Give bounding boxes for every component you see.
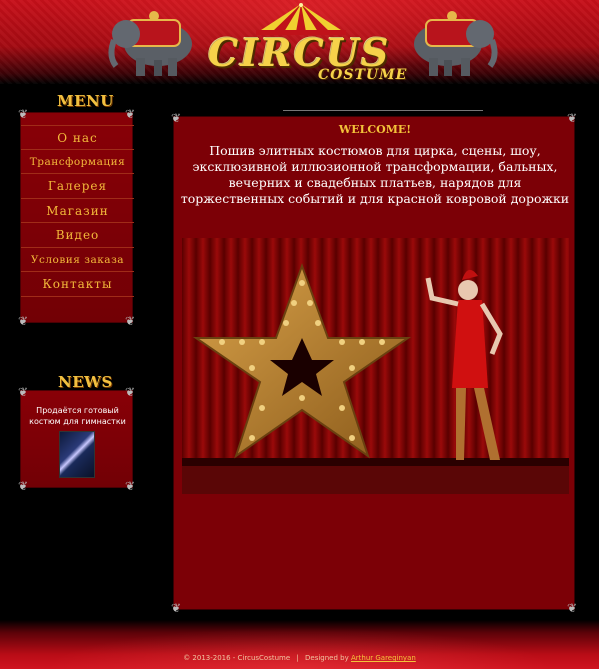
- ornament-corner-icon: ❦: [124, 314, 136, 328]
- site-header: CIRCUS COSTUME: [0, 0, 599, 84]
- divider: [283, 110, 483, 111]
- menu-panel: ❦ ❦ ❦ ❦ О нас Трансформация Галерея Мага…: [18, 107, 135, 328]
- ornament-corner-icon: ❦: [124, 107, 136, 121]
- menu-item-transformation[interactable]: Трансформация: [21, 150, 134, 174]
- stage-photo: [182, 238, 569, 494]
- menu-item-contacts[interactable]: Контакты: [21, 272, 134, 297]
- ornament-corner-icon: ❦: [17, 479, 29, 493]
- ornament-corner-icon: ❦: [124, 479, 136, 493]
- footer-credits: © 2013-2016 - CircusCostume | Designed b…: [0, 654, 599, 662]
- ornament-corner-icon: ❦: [124, 385, 136, 399]
- news-item-text[interactable]: Продаётся готовый костюм для гимнастки: [25, 405, 130, 427]
- elephant-icon: [414, 11, 498, 76]
- logo-subtitle: COSTUME: [318, 67, 408, 83]
- welcome-title: WELCOME!: [338, 123, 412, 136]
- designer-link[interactable]: Arthur Gareginyan: [351, 654, 416, 662]
- ornament-corner-icon: ❦: [17, 314, 29, 328]
- ornament-corner-icon: ❦: [170, 601, 182, 615]
- ornament-corner-icon: ❦: [17, 385, 29, 399]
- news-panel: ❦ ❦ ❦ ❦ Продаётся готовый костюм для гим…: [18, 385, 135, 493]
- main-content: ❦ ❦ ❦ ❦ WELCOME! Пошив элитных костюмов …: [171, 111, 577, 615]
- stage-illustration: [182, 238, 569, 494]
- footer-separator: |: [296, 654, 299, 662]
- menu-heading: MENU: [57, 92, 114, 110]
- menu-item-gallery[interactable]: Галерея: [21, 174, 134, 199]
- menu-item-order-terms[interactable]: Условия заказа: [21, 248, 134, 272]
- footer-copyright: © 2013-2016 - CircusCostume: [183, 654, 291, 662]
- ornament-corner-icon: ❦: [566, 601, 578, 615]
- news-thumbnail[interactable]: [59, 431, 95, 478]
- footer-designed-by: Designed by: [305, 654, 349, 662]
- news-heading: NEWS: [58, 373, 113, 391]
- ornament-corner-icon: ❦: [17, 107, 29, 121]
- elephant-icon: [108, 11, 192, 76]
- menu-item-shop[interactable]: Магазин: [21, 199, 134, 223]
- welcome-text: Пошив элитных костюмов для цирка, сцены,…: [180, 143, 570, 206]
- site-footer: © 2013-2016 - CircusCostume | Designed b…: [0, 620, 599, 669]
- menu-list: О нас Трансформация Галерея Магазин Виде…: [21, 125, 134, 297]
- menu-item-about[interactable]: О нас: [21, 125, 134, 150]
- menu-item-video[interactable]: Видео: [21, 223, 134, 248]
